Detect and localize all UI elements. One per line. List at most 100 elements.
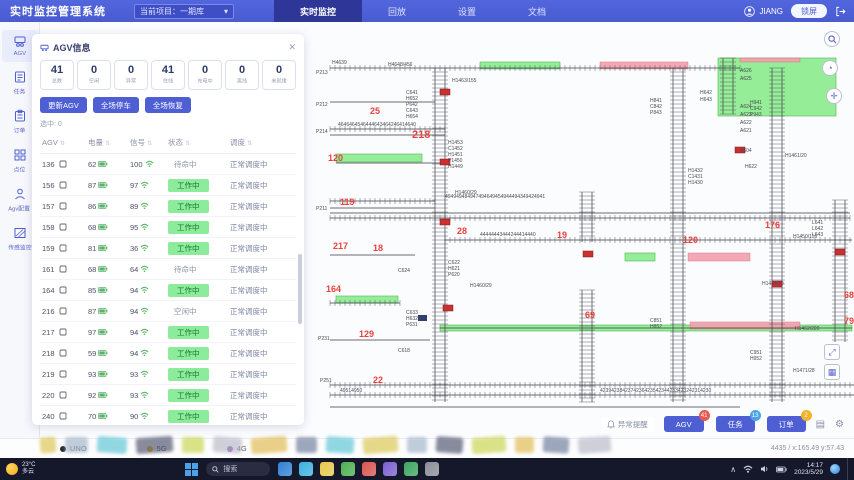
list-view-icon[interactable]: ▤ [816, 419, 825, 430]
locate-icon[interactable] [59, 202, 67, 210]
wifi-icon [140, 286, 149, 294]
agv-row[interactable]: 218 5994工作中正常调度中 [40, 343, 296, 364]
agv-row[interactable]: 157 8689工作中正常调度中 [40, 196, 296, 217]
locate-icon[interactable] [59, 244, 67, 252]
stat-value: 0 [91, 65, 97, 76]
map-compass-icon[interactable]: ✛ [826, 88, 842, 104]
sort-icon: ⇅ [105, 141, 110, 147]
agv-row[interactable]: 240 7090工作中正常调度中 [40, 406, 296, 426]
map-agv-number: 129 [359, 329, 374, 339]
agv-row[interactable]: 158 6895工作中正常调度中 [40, 217, 296, 238]
agv-row[interactable]: 216 8794空闲中正常调度中 [40, 301, 296, 322]
stat-box[interactable]: 41总数 [40, 60, 74, 90]
col-header[interactable]: AGV ⇅ [40, 133, 86, 154]
map-filter-button[interactable]: 任务13 [716, 416, 755, 432]
app-icon-2[interactable] [299, 462, 313, 476]
taskbar-clock[interactable]: 14:17 2023/5/29 [794, 462, 823, 477]
start-button-icon[interactable] [185, 463, 198, 476]
project-select-value: 当前项目：一期库 [140, 6, 204, 17]
map-bottom-toolbar: 异常提醒 AGV41 任务13 订单2 ▤ ⚙ [601, 416, 844, 432]
map-station-label: C618 [398, 348, 410, 354]
agv-row[interactable]: 164 8594工作中正常调度中 [40, 280, 296, 301]
weather-widget[interactable]: 23°C 多云 [6, 462, 35, 476]
locate-icon[interactable] [59, 160, 67, 168]
map-layers-icon[interactable]: ▦ [824, 364, 840, 380]
locate-icon[interactable] [59, 286, 67, 294]
map-fullscreen-icon[interactable]: ⤢ [824, 344, 840, 360]
alert-toggle[interactable]: 异常提醒 [601, 417, 654, 432]
locate-icon[interactable] [59, 328, 67, 336]
locate-icon[interactable] [59, 412, 67, 420]
wifi-icon[interactable] [743, 465, 753, 473]
locate-icon[interactable] [59, 223, 67, 231]
app-icon-5[interactable] [362, 462, 376, 476]
project-select[interactable]: 当前项目：一期库 ▾ [134, 4, 234, 19]
dispatch-text: 正常调度中 [228, 154, 296, 175]
taskbar-search[interactable]: 搜索 [206, 462, 270, 476]
locate-icon[interactable] [59, 349, 67, 357]
locate-icon[interactable] [59, 307, 67, 315]
map-station-label: H1450/116 [793, 234, 817, 240]
tab-realtime[interactable]: 实时监控 [274, 0, 362, 22]
app-icon-7[interactable] [404, 462, 418, 476]
stat-label: 异常 [126, 77, 136, 85]
col-header[interactable]: 状态 ⇅ [166, 133, 228, 154]
agv-stats-row: 41总数0空闲0异常41在线0充电中0离线0未就绪 [40, 60, 296, 90]
tab-playback[interactable]: 回放 [362, 0, 432, 22]
col-header[interactable]: 调度 ⇅ [228, 133, 296, 154]
battery-icon [98, 223, 108, 231]
stat-box[interactable]: 0离线 [225, 60, 259, 90]
stat-box[interactable]: 0充电中 [188, 60, 222, 90]
map-agv-marker [835, 249, 845, 255]
battery-icon [98, 202, 108, 210]
agv-row[interactable]: 159 8136工作中正常调度中 [40, 238, 296, 259]
agv-row[interactable]: 220 9293工作中正常调度中 [40, 385, 296, 406]
app-icon-8[interactable] [425, 462, 439, 476]
update-agv-button[interactable]: 更新AGV [40, 97, 87, 113]
close-icon[interactable]: ✕ [288, 42, 296, 53]
stat-box[interactable]: 0未就绪 [262, 60, 296, 90]
dispatch-text: 正常调度中 [228, 364, 296, 385]
agv-row[interactable]: 136 62100待命中正常调度中 [40, 154, 296, 175]
app-icon-4[interactable] [341, 462, 355, 476]
map-history-icon[interactable]: ◔ [822, 60, 838, 76]
show-desktop-strip[interactable] [847, 458, 850, 480]
agv-row[interactable]: 219 9393工作中正常调度中 [40, 364, 296, 385]
agv-id: 219 [40, 364, 86, 385]
notification-center-icon[interactable] [830, 464, 840, 474]
app-icon-3[interactable] [320, 462, 334, 476]
panel-scrollbar[interactable] [298, 254, 302, 324]
stat-box[interactable]: 41在线 [151, 60, 185, 90]
map-settings-gear-icon[interactable]: ⚙ [835, 419, 844, 430]
tab-docs[interactable]: 文档 [502, 0, 572, 22]
user-chip[interactable]: JIANG [744, 6, 783, 17]
volume-icon[interactable] [760, 465, 769, 473]
app-icon-6[interactable] [383, 462, 397, 476]
col-header[interactable]: 电量 ⇅ [86, 133, 128, 154]
map-filter-button[interactable]: 订单2 [767, 416, 806, 432]
col-header[interactable]: 信号 ⇅ [128, 133, 166, 154]
logout-icon[interactable] [835, 6, 846, 17]
dispatch-text: 正常调度中 [228, 259, 296, 280]
agv-row[interactable]: 161 6864待命中正常调度中 [40, 259, 296, 280]
agv-row[interactable]: 156 8797工作中正常调度中 [40, 175, 296, 196]
agv-panel: AGV信息 ✕ 41总数0空闲0异常41在线0充电中0离线0未就绪 更新AGV全… [32, 34, 304, 425]
sidebar-item-label: 传感监控 [8, 243, 31, 252]
stop-all-button[interactable]: 全场停车 [93, 97, 139, 113]
map-filter-button[interactable]: AGV41 [664, 416, 704, 432]
locate-icon[interactable] [59, 265, 67, 273]
battery-icon[interactable] [776, 466, 787, 473]
app-icon-1[interactable] [278, 462, 292, 476]
resume-all-button[interactable]: 全场恢复 [145, 97, 191, 113]
stat-box[interactable]: 0空闲 [77, 60, 111, 90]
tray-expand-icon[interactable]: ∧ [730, 465, 736, 474]
locate-icon[interactable] [59, 181, 67, 189]
agv-row[interactable]: 217 9794工作中正常调度中 [40, 322, 296, 343]
map-search-icon[interactable] [824, 31, 840, 47]
lock-screen-button[interactable]: 锁屏 [791, 4, 827, 18]
locate-icon[interactable] [59, 370, 67, 378]
tab-settings[interactable]: 设置 [432, 0, 502, 22]
panel-agv-icon [40, 43, 49, 52]
stat-box[interactable]: 0异常 [114, 60, 148, 90]
locate-icon[interactable] [59, 391, 67, 399]
